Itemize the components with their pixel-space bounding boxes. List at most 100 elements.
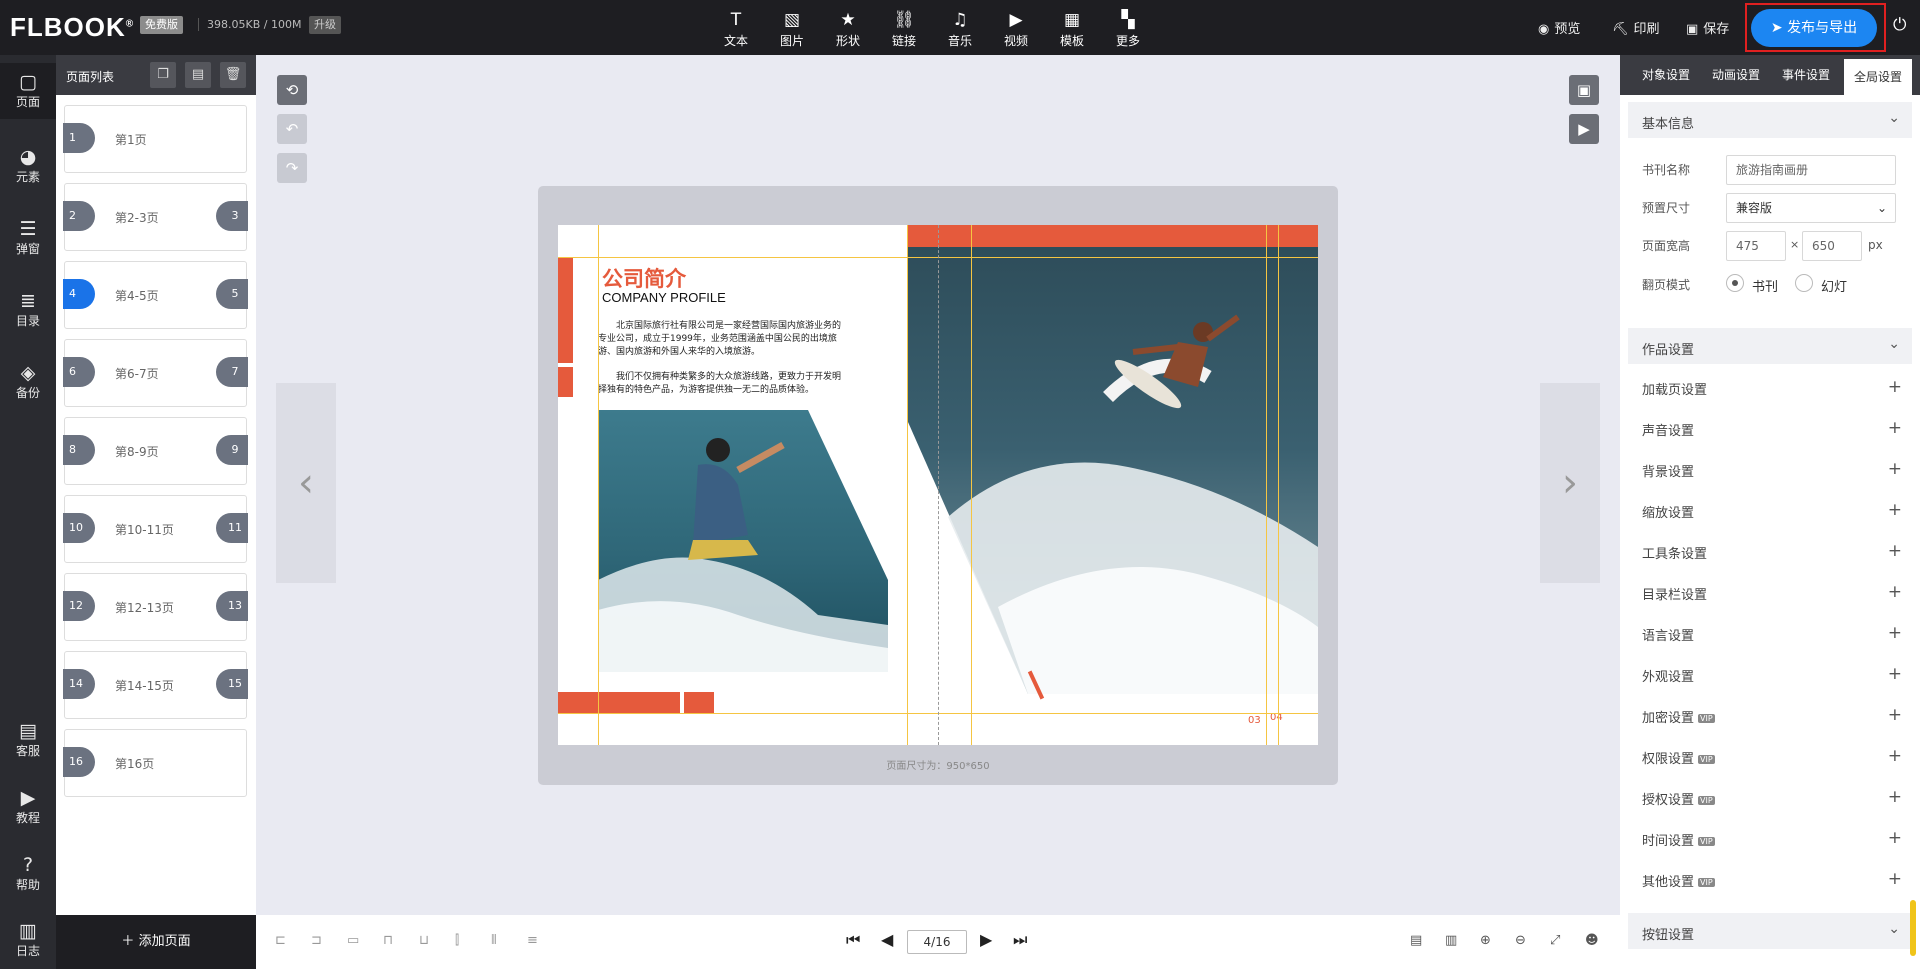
link-tool[interactable]: ⛓ 链接 <box>882 10 926 49</box>
page-thumb[interactable]: 6 第6-7页 7 <box>63 339 248 407</box>
text-tool[interactable]: T 文本 <box>714 10 758 49</box>
surfer-photo[interactable] <box>908 247 1318 737</box>
page-thumb[interactable]: 10 第10-11页 11 <box>63 495 248 563</box>
page-thumb[interactable]: 8 第8-9页 9 <box>63 417 248 485</box>
image-tool[interactable]: ▧ 图片 <box>770 10 814 49</box>
next-page-arrow[interactable]: › <box>1540 383 1600 583</box>
panel-scrollbar[interactable] <box>1910 900 1916 956</box>
flip-mode-book-radio[interactable] <box>1726 274 1744 292</box>
emoji-icon[interactable]: ☻ <box>1585 933 1599 948</box>
align-left-icon[interactable]: ⊏ <box>275 933 286 948</box>
setting-appearance[interactable]: 外观设置 + <box>1642 664 1902 685</box>
setting-time[interactable]: 时间设置 VIP + <box>1642 828 1902 849</box>
book-spread[interactable]: 公司简介 COMPANY PROFILE 北京国际旅行社有限公司是一家经营国际国… <box>558 225 1318 745</box>
page-thumb[interactable]: 16 第16页 <box>63 729 247 797</box>
zoom-out-icon[interactable]: ⊖ <box>1515 933 1526 948</box>
setting-background[interactable]: 背景设置 + <box>1642 459 1902 480</box>
section-basic-info[interactable]: 基本信息 ⌄ <box>1628 102 1912 138</box>
setting-other[interactable]: 其他设置 VIP + <box>1642 869 1902 890</box>
add-page-button[interactable]: ＋ 添加页面 <box>56 915 256 969</box>
setting-toolbar[interactable]: 工具条设置 + <box>1642 541 1902 562</box>
more-tool[interactable]: ▚ 更多 <box>1106 10 1150 49</box>
page-thumb-active[interactable]: 4 第4-5页 5 <box>63 261 248 329</box>
page-number-input[interactable]: 4/16 <box>907 930 967 954</box>
book-name-input[interactable]: 旅游指南画册 <box>1726 155 1896 185</box>
print-button[interactable]: ⛏ 印刷 <box>1612 18 1660 37</box>
prev-page-icon[interactable]: ◀ <box>881 930 893 949</box>
single-page-icon[interactable]: ▤ <box>1410 933 1422 948</box>
wakeboard-photo[interactable] <box>598 410 888 675</box>
align-right-icon[interactable]: ▭ <box>347 933 359 948</box>
preset-size-select[interactable]: 兼容版 ⌄ <box>1726 193 1896 223</box>
play-preview-icon[interactable]: ▶ <box>1569 114 1599 144</box>
nav-log[interactable]: ▥ 日志 <box>0 916 56 966</box>
setting-sound[interactable]: 声音设置 + <box>1642 418 1902 439</box>
music-tool[interactable]: ♫ 音乐 <box>938 10 982 49</box>
page-width-input[interactable]: 475 <box>1726 231 1786 261</box>
flbook-logo[interactable]: FLBOOK® <box>10 12 134 43</box>
tab-animation-settings[interactable]: 动画设置 <box>1702 55 1770 95</box>
nav-elements[interactable]: ◕ 元素 <box>0 142 56 192</box>
setting-language[interactable]: 语言设置 + <box>1642 623 1902 644</box>
nav-toc[interactable]: ≣ 目录 <box>0 286 56 336</box>
prev-page-arrow[interactable]: ‹ <box>276 383 336 583</box>
align-bottom-icon[interactable]: ⫿ <box>455 933 459 948</box>
heading-en[interactable]: COMPANY PROFILE <box>602 290 726 305</box>
flip-mode-slide-radio[interactable] <box>1795 274 1813 292</box>
page-thumb[interactable]: 2 第2-3页 3 <box>63 183 248 251</box>
tab-object-settings[interactable]: 对象设置 <box>1632 55 1700 95</box>
upgrade-button[interactable]: 升级 <box>309 16 341 34</box>
intro-paragraph[interactable]: 我们不仅拥有种类繁多的大众旅游线路，更致力于开发明择独有的特色产品，为游客提供独… <box>598 371 848 397</box>
align-top-icon[interactable]: ⊓ <box>383 933 393 948</box>
preview-button[interactable]: ◉ 预览 <box>1538 18 1580 37</box>
nav-tutorial[interactable]: ▶ 教程 <box>0 783 56 833</box>
storage-usage: 398.05KB / 100M <box>198 18 301 31</box>
setting-loading-page[interactable]: 加载页设置 + <box>1642 377 1902 398</box>
setting-toc-bar[interactable]: 目录栏设置 + <box>1642 582 1902 603</box>
page-height-input[interactable]: 650 <box>1802 231 1862 261</box>
setting-zoom[interactable]: 缩放设置 + <box>1642 500 1902 521</box>
first-page-icon[interactable]: ⏮ <box>846 930 860 950</box>
fit-icon[interactable]: ⤢ <box>1550 933 1560 948</box>
copy-page-icon[interactable]: ❐ <box>150 62 176 88</box>
save-button[interactable]: ▣ 保存 <box>1686 18 1729 37</box>
distribute-h-icon[interactable]: ⦀ <box>491 933 497 948</box>
help-icon: ? <box>22 854 34 876</box>
next-page-icon[interactable]: ▶ <box>980 930 992 949</box>
setting-authorization[interactable]: 授权设置 VIP + <box>1642 787 1902 808</box>
align-center-icon[interactable]: ⊐ <box>311 933 322 948</box>
zoom-in-icon[interactable]: ⊕ <box>1480 933 1491 948</box>
last-page-icon[interactable]: ⏭ <box>1013 930 1027 950</box>
page-settings-icon[interactable]: ▣ <box>1569 75 1599 105</box>
nav-support[interactable]: ▤ 客服 <box>0 716 56 766</box>
power-icon[interactable]: ⏻ <box>1893 15 1906 35</box>
intro-paragraph[interactable]: 北京国际旅行社有限公司是一家经营国际国内旅游业务的专业公司，成立于1999年，业… <box>598 320 848 359</box>
setting-permission[interactable]: 权限设置 VIP + <box>1642 746 1902 767</box>
vip-badge: VIP <box>1698 878 1715 887</box>
nav-help[interactable]: ? 帮助 <box>0 850 56 900</box>
section-work-settings[interactable]: 作品设置 ⌄ <box>1628 328 1912 364</box>
nav-pages[interactable]: ▢ 页面 <box>0 63 56 119</box>
section-button-settings[interactable]: 按钮设置 ⌄ <box>1628 913 1912 949</box>
heading-cn[interactable]: 公司简介 <box>602 263 686 293</box>
double-page-icon[interactable]: ▥ <box>1445 933 1457 948</box>
distribute-v-icon[interactable]: ≡ <box>527 933 538 948</box>
page-thumb[interactable]: 14 第14-15页 15 <box>63 651 248 719</box>
video-tool[interactable]: ▶ 视频 <box>994 10 1038 49</box>
page-thumb[interactable]: 12 第12-13页 13 <box>63 573 248 641</box>
page-thumb[interactable]: 1 第1页 <box>63 105 247 173</box>
delete-page-icon[interactable]: 🗑 <box>220 62 246 88</box>
publish-export-button[interactable]: ➤ 发布与导出 <box>1751 9 1877 47</box>
nav-backup[interactable]: ◈ 备份 <box>0 358 56 408</box>
undo-icon[interactable]: ↶ <box>277 114 307 144</box>
template-tool[interactable]: ▦ 模板 <box>1050 10 1094 49</box>
tab-event-settings[interactable]: 事件设置 <box>1772 55 1840 95</box>
align-middle-icon[interactable]: ⊔ <box>419 933 429 948</box>
setting-encryption[interactable]: 加密设置 VIP + <box>1642 705 1902 726</box>
redo-icon[interactable]: ↷ <box>277 153 307 183</box>
history-icon[interactable]: ⟲ <box>277 75 307 105</box>
tab-global-settings[interactable]: 全局设置 <box>1844 59 1912 95</box>
shape-tool[interactable]: ★ 形状 <box>826 10 870 49</box>
duplicate-page-icon[interactable]: ▤ <box>185 62 211 88</box>
nav-popup[interactable]: ☰ 弹窗 <box>0 214 56 264</box>
